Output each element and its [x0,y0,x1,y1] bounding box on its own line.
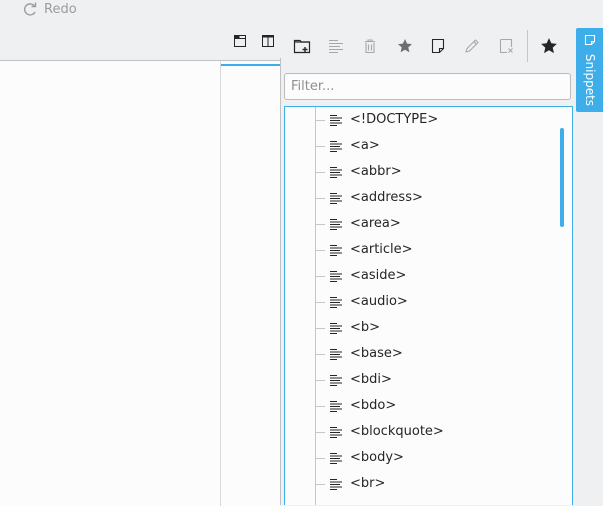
snippet-icon [330,297,342,308]
snippet-label: <a> [350,138,380,153]
tree-branch-line [315,172,325,173]
pencil-icon [465,39,479,53]
split-vertical-icon [262,35,274,47]
folder-add-icon [293,39,311,54]
snippet-icon [330,141,342,152]
snippet-icon [330,401,342,412]
snippet-icon [330,323,342,334]
tree-branch-line [315,484,325,485]
tree-branch-line [315,276,325,277]
note-icon [431,38,445,54]
redo-label: Redo [44,1,77,17]
tree-branch-line [315,432,325,433]
snippet-icon [330,271,342,282]
snippet-icon [330,167,342,178]
snippet-item[interactable]: <bdi> [285,367,572,393]
note-remove-icon [499,38,513,54]
add-repository-button[interactable] [291,35,313,57]
snippet-label: <br> [350,476,386,491]
tree-branch-line [315,406,325,407]
snippet-item[interactable]: <br> [285,471,572,497]
snippet-icon [330,375,342,386]
snippet-item[interactable]: <audio> [285,289,572,315]
tree-branch-line [315,302,325,303]
snippet-icon [330,219,342,230]
snippet-item[interactable]: <aside> [285,263,572,289]
tree-branch-line [315,198,325,199]
split-horizontal-icon [234,35,246,47]
snippet-icon [330,245,342,256]
snippet-icon [330,453,342,464]
snippet-label: <address> [350,190,423,205]
trash-icon [365,39,375,54]
snippet-label: <bdo> [350,398,397,413]
snippet-label: <b> [350,320,381,335]
snippet-item[interactable]: <base> [285,341,572,367]
panel-separator[interactable] [280,58,281,505]
snippet-icon [330,479,342,490]
snippet-item[interactable]: <b> [285,315,572,341]
tree-branch-line [315,120,325,121]
snippet-item[interactable]: <blockquote> [285,419,572,445]
snippet-item[interactable]: <address> [285,185,572,211]
filter-input[interactable] [285,74,570,99]
snippet-item[interactable]: <body> [285,445,572,471]
split-horizontal-button[interactable] [229,30,251,52]
scrollbar-thumb[interactable] [560,128,564,227]
snippet-label: <bdi> [350,372,392,387]
snippets-tab-label: Snippets [583,53,597,107]
snippet-icon [330,349,342,360]
snippet-item[interactable]: <bdo> [285,393,572,419]
tree-branch-line [315,224,325,225]
star-filled-icon [541,38,557,54]
snippet-item[interactable]: <a> [285,133,572,159]
snippet-label: <area> [350,216,401,231]
snippet-icon [330,193,342,204]
tree-branch-line [315,146,325,147]
redo-button[interactable]: Redo [22,0,77,18]
tree-branch-line [315,250,325,251]
remove-snippet-button[interactable] [495,35,517,57]
edit-button[interactable] [461,35,483,57]
snippet-label: <article> [350,242,413,257]
get-hot-new-stuff-button[interactable] [538,35,560,57]
toolbar-separator [527,30,528,62]
snippet-label: <aside> [350,268,407,283]
active-view-indicator [221,64,280,66]
main-toolbar: Redo [0,0,603,20]
publish-repository-button[interactable] [394,35,416,57]
snippet-item[interactable]: <!DOCTYPE> [285,107,572,133]
text-lines-icon [329,39,343,54]
split-view-pane[interactable] [220,60,280,506]
tree-branch-line [315,328,325,329]
snippet-label: <base> [350,346,403,361]
snippet-label: <body> [350,450,404,465]
snippet-icon [330,427,342,438]
tree-branch-line [315,380,325,381]
tree-branch-line [315,458,325,459]
new-snippet-button[interactable] [427,35,449,57]
redo-icon [23,2,37,16]
snippets-side-tab[interactable]: Snippets [576,28,603,112]
snippet-item[interactable]: <area> [285,211,572,237]
snippet-item[interactable]: <article> [285,237,572,263]
snippet-label: <!DOCTYPE> [350,112,439,127]
snippet-label: <blockquote> [350,424,444,439]
add-snippet-button[interactable] [325,35,347,57]
tree-branch-line [315,354,325,355]
snippet-label: <audio> [350,294,408,309]
note-icon [584,34,596,46]
star-icon [398,39,412,53]
snippets-list: <!DOCTYPE> <a> <abbr> <address> <area> <artic… [285,107,572,497]
editor-view[interactable] [0,60,220,506]
snippet-icon [330,115,342,126]
snippet-item[interactable]: <abbr> [285,159,572,185]
delete-button[interactable] [359,35,381,57]
split-vertical-button[interactable] [257,30,279,52]
snippet-label: <abbr> [350,164,402,179]
snippets-tree[interactable]: <!DOCTYPE> <a> <abbr> <address> <area> <artic… [284,106,573,505]
filter-box[interactable] [284,73,571,100]
